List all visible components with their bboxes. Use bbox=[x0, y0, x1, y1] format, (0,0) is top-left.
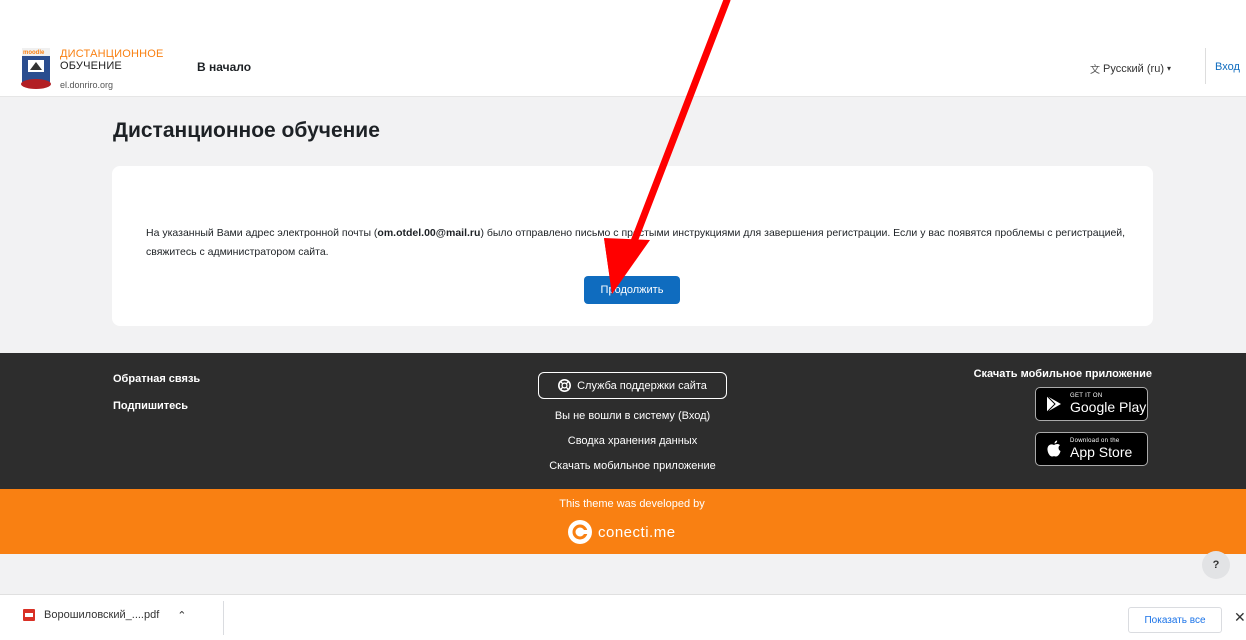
browser-download-bar: Ворошиловский_....pdf ⌃ Показать все ✕ bbox=[0, 594, 1246, 640]
show-all-downloads-button[interactable]: Показать все bbox=[1128, 607, 1222, 633]
notice-card: На указанный Вами адрес электронной почт… bbox=[112, 166, 1153, 326]
main-content: Дистанционное обучение На указанный Вами… bbox=[0, 97, 1246, 353]
language-label: Русский (ru) bbox=[1103, 62, 1164, 75]
app-store-badge[interactable]: Download on the App Store bbox=[1035, 432, 1148, 466]
download-separator bbox=[223, 601, 224, 635]
translate-icon: 文 bbox=[1090, 65, 1100, 76]
chevron-down-icon: ▾ bbox=[1166, 64, 1171, 73]
site-footer: Обратная связь Подпишитесь Служба поддер… bbox=[0, 353, 1246, 489]
google-play-icon bbox=[1046, 395, 1061, 413]
conecti-logo-link[interactable]: conecti.me bbox=[567, 519, 676, 545]
language-selector[interactable]: 文 Русский (ru) ▾ bbox=[1090, 61, 1171, 77]
subscribe-link[interactable]: Подпишитесь bbox=[113, 400, 188, 412]
theme-credit-text: This theme was developed by bbox=[559, 498, 705, 510]
support-button-label: Служба поддержки сайта bbox=[577, 379, 707, 392]
brand-site-url: el.donriro.org bbox=[60, 80, 114, 90]
mobile-app-title: Скачать мобильное приложение bbox=[973, 368, 1152, 380]
help-button[interactable]: ? bbox=[1202, 551, 1230, 579]
site-support-button[interactable]: Служба поддержки сайта bbox=[538, 372, 727, 399]
top-navbar: moodle ДИСТАНЦИОННОЕ ОБУЧЕНИЕ el.donriro… bbox=[0, 40, 1246, 97]
message-text-before: На указанный Вами адрес электронной почт… bbox=[146, 227, 378, 239]
chevron-up-icon[interactable]: ⌃ bbox=[177, 609, 186, 622]
close-download-bar-icon[interactable]: ✕ bbox=[1234, 609, 1246, 626]
mobile-app-link[interactable]: Скачать мобильное приложение bbox=[530, 460, 735, 472]
brand-name-line1: ДИСТАНЦИОННОЕ bbox=[60, 48, 164, 60]
email-address: om.otdel.00@mail.ru bbox=[377, 227, 481, 239]
page-bottom-strip bbox=[0, 554, 1246, 594]
pdf-file-icon bbox=[23, 609, 35, 621]
conecti-brand-text: conecti.me bbox=[598, 523, 676, 541]
google-play-badge[interactable]: GET IT ON Google Play bbox=[1035, 387, 1148, 421]
logo-badge-text: moodle bbox=[23, 50, 45, 56]
login-link[interactable]: Вход bbox=[1215, 61, 1240, 73]
continue-button[interactable]: Продолжить bbox=[584, 276, 680, 304]
page-title: Дистанционное обучение bbox=[113, 119, 380, 142]
theme-credit-bar: This theme was developed by conecti.me bbox=[0, 489, 1246, 554]
confirmation-message: На указанный Вами адрес электронной почт… bbox=[146, 224, 1146, 262]
download-item[interactable]: Ворошиловский_....pdf ⌃ bbox=[22, 608, 187, 622]
brand-name-line2: ОБУЧЕНИЕ bbox=[60, 60, 122, 72]
feedback-link[interactable]: Обратная связь bbox=[113, 373, 200, 385]
apple-icon bbox=[1047, 440, 1061, 457]
nav-home-link[interactable]: В начало bbox=[197, 60, 251, 74]
header-divider bbox=[1205, 48, 1206, 84]
app-store-big-text: App Store bbox=[1070, 444, 1133, 460]
download-file-name: Ворошиловский_....pdf bbox=[44, 609, 160, 621]
site-logo[interactable]: moodle bbox=[18, 46, 54, 90]
conecti-logo-icon bbox=[568, 520, 592, 544]
google-play-big-text: Google Play bbox=[1070, 399, 1147, 415]
login-status-link[interactable]: Вы не вошли в систему (Вход) bbox=[530, 410, 735, 422]
data-retention-link[interactable]: Сводка хранения данных bbox=[530, 435, 735, 447]
lifebuoy-icon bbox=[558, 379, 572, 392]
